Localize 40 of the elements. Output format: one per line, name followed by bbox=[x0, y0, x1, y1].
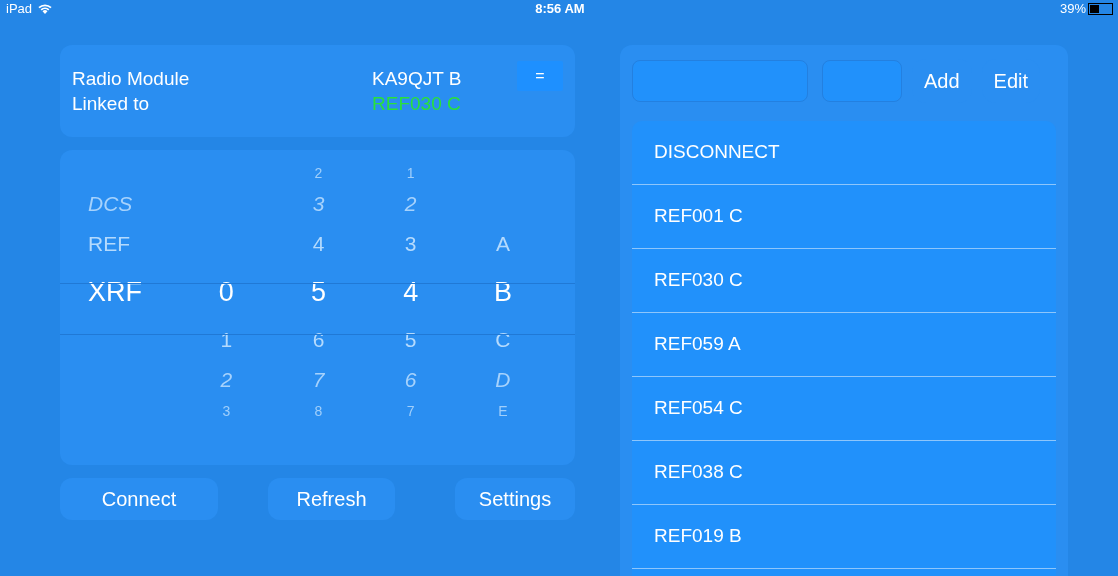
menu-button[interactable]: = bbox=[517, 61, 563, 91]
reflector-row[interactable]: REF030 C bbox=[632, 249, 1056, 313]
reflector-row[interactable]: REF059 A bbox=[632, 313, 1056, 377]
module-field[interactable] bbox=[822, 60, 902, 102]
picker-item[interactable]: 3 bbox=[222, 403, 231, 419]
picker-item[interactable]: 2 bbox=[220, 368, 233, 392]
reflector-row[interactable]: REF038 C bbox=[632, 441, 1056, 505]
reflector-row[interactable]: REF019 B bbox=[632, 505, 1056, 569]
linked-reflector: REF030 C bbox=[372, 92, 462, 116]
picker-item[interactable]: 4 bbox=[312, 232, 325, 256]
picker-item[interactable]: 6 bbox=[404, 368, 417, 392]
reflector-row[interactable]: REF001 C bbox=[632, 185, 1056, 249]
battery-percent: 39% bbox=[1059, 1, 1086, 16]
refresh-button[interactable]: Refresh bbox=[268, 478, 395, 520]
wifi-icon bbox=[37, 2, 54, 15]
picker-item[interactable]: 3 bbox=[404, 232, 417, 256]
picker-item[interactable]: 2 bbox=[404, 192, 417, 216]
picker-item[interactable]: REF bbox=[88, 232, 130, 256]
picker-item[interactable]: D bbox=[495, 368, 511, 392]
settings-button[interactable]: Settings bbox=[455, 478, 575, 520]
picker-item[interactable]: 7 bbox=[406, 403, 415, 419]
picker-item[interactable]: 1 bbox=[406, 165, 415, 181]
connect-button[interactable]: Connect bbox=[60, 478, 218, 520]
module-label: Linked to bbox=[72, 92, 151, 116]
picker-item[interactable]: E bbox=[498, 403, 508, 419]
picker-item[interactable]: 3 bbox=[312, 192, 325, 216]
picker-item[interactable]: 7 bbox=[312, 368, 325, 392]
battery-icon bbox=[1088, 2, 1114, 15]
picker-item[interactable]: 4 bbox=[403, 276, 419, 308]
picker-item[interactable]: A bbox=[495, 232, 510, 256]
reflector-field[interactable] bbox=[632, 60, 808, 102]
reflector-row[interactable]: REF054 C bbox=[632, 377, 1056, 441]
device-name: iPad bbox=[6, 1, 33, 16]
picker-item[interactable]: 2 bbox=[314, 165, 323, 181]
picker-item[interactable]: DCS bbox=[88, 192, 133, 216]
reflector-row[interactable]: DISCONNECT bbox=[632, 121, 1056, 185]
picker-item[interactable]: 8 bbox=[314, 403, 323, 419]
clock-time: 8:56 AM bbox=[535, 1, 585, 16]
module-label: Radio Module bbox=[72, 67, 191, 91]
callsign-text: KA9QJT B bbox=[372, 67, 463, 91]
